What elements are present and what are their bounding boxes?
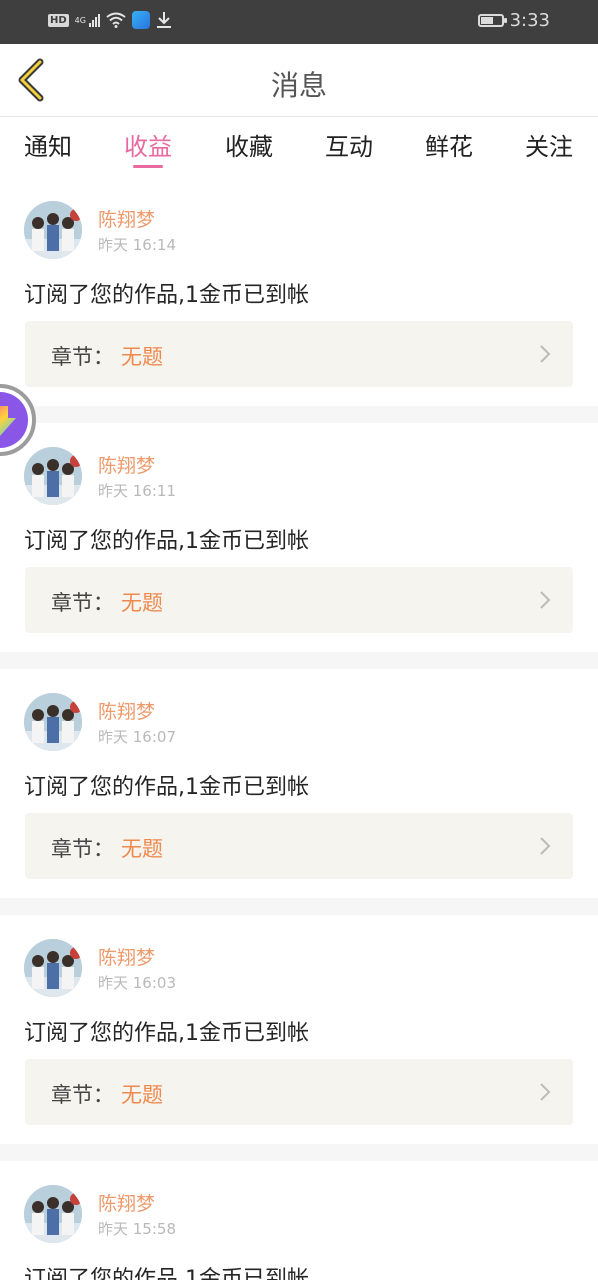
avatar[interactable]: [24, 939, 82, 997]
avatar[interactable]: [24, 201, 82, 259]
timestamp: 昨天 16:03: [98, 974, 176, 992]
tab-favorites[interactable]: 收藏: [225, 127, 273, 162]
nav-bar: 消息: [0, 44, 598, 117]
message-text: 订阅了您的作品,1金币已到帐: [24, 1267, 309, 1280]
chapter-link[interactable]: 章节： 无题: [25, 813, 573, 879]
message-card: 陈翔梦 昨天 16:03 订阅了您的作品,1金币已到帐 章节： 无题: [0, 915, 598, 1145]
clock: 3:33: [509, 10, 550, 31]
chapter-label: 章节：: [51, 1083, 114, 1107]
message-card: 陈翔梦 昨天 16:14 订阅了您的作品,1金币已到帐 章节： 无题: [0, 177, 598, 407]
message-text: 订阅了您的作品,1金币已到帐: [24, 775, 309, 800]
user-name[interactable]: 陈翔梦: [98, 697, 155, 724]
divider: [0, 898, 598, 915]
chevron-right-icon: [540, 1083, 551, 1101]
wifi-icon: [106, 12, 126, 28]
hd-badge: HD: [48, 13, 69, 27]
message-card: 陈翔梦 昨天 16:11 订阅了您的作品,1金币已到帐 章节： 无题: [0, 423, 598, 653]
active-tab-indicator: [133, 165, 163, 168]
user-name[interactable]: 陈翔梦: [98, 943, 155, 970]
chevron-right-icon: [540, 591, 551, 609]
chapter-label: 章节：: [51, 345, 114, 369]
status-icons-right: 3:33: [477, 10, 550, 31]
chapter-link[interactable]: 章节： 无题: [25, 1059, 573, 1125]
tab-flowers[interactable]: 鲜花: [425, 127, 473, 162]
timestamp: 昨天 16:07: [98, 728, 176, 746]
chevron-right-icon: [540, 837, 551, 855]
app-notification-icon: [131, 11, 150, 29]
battery-icon: [477, 14, 507, 27]
message-text: 订阅了您的作品,1金币已到帐: [24, 283, 309, 308]
chapter-title: 无题: [121, 1083, 163, 1107]
tab-interactions[interactable]: 互动: [325, 127, 373, 162]
message-text: 订阅了您的作品,1金币已到帐: [24, 529, 309, 554]
tab-notifications[interactable]: 通知: [24, 127, 72, 162]
message-card: 陈翔梦 昨天 15:58 订阅了您的作品,1金币已到帐: [0, 1161, 598, 1280]
timestamp: 昨天 16:11: [98, 482, 176, 500]
page-title: 消息: [270, 69, 327, 102]
message-card: 陈翔梦 昨天 16:07 订阅了您的作品,1金币已到帐 章节： 无题: [0, 669, 598, 899]
chapter-title: 无题: [121, 837, 163, 861]
divider: [0, 406, 598, 423]
user-name[interactable]: 陈翔梦: [98, 1189, 155, 1216]
network-type: 4G: [74, 15, 86, 25]
signal-icon: [88, 13, 100, 27]
chapter-label: 章节：: [51, 837, 114, 861]
divider: [0, 652, 598, 669]
tab-following[interactable]: 关注: [525, 127, 573, 162]
chapter-label: 章节：: [51, 591, 114, 615]
avatar[interactable]: [24, 693, 82, 751]
avatar[interactable]: [24, 1185, 82, 1243]
status-icons-left: HD 4G: [48, 11, 172, 29]
chapter-link[interactable]: 章节： 无题: [25, 321, 573, 387]
user-name[interactable]: 陈翔梦: [98, 205, 155, 232]
download-icon: [156, 12, 171, 28]
user-name[interactable]: 陈翔梦: [98, 451, 155, 478]
chapter-title: 无题: [121, 591, 163, 615]
floating-download-button[interactable]: [0, 384, 36, 456]
chapter-title: 无题: [121, 345, 163, 369]
chevron-right-icon: [540, 345, 551, 363]
divider: [0, 1144, 598, 1161]
timestamp: 昨天 16:14: [98, 236, 176, 254]
status-bar: HD 4G 3:33: [0, 0, 598, 44]
tab-earnings[interactable]: 收益: [124, 127, 172, 162]
tab-bar: 通知 收益 收藏 互动 鲜花 关注: [0, 117, 598, 177]
message-text: 订阅了您的作品,1金币已到帐: [24, 1021, 309, 1046]
timestamp: 昨天 15:58: [98, 1220, 176, 1238]
chapter-link[interactable]: 章节： 无题: [25, 567, 573, 633]
